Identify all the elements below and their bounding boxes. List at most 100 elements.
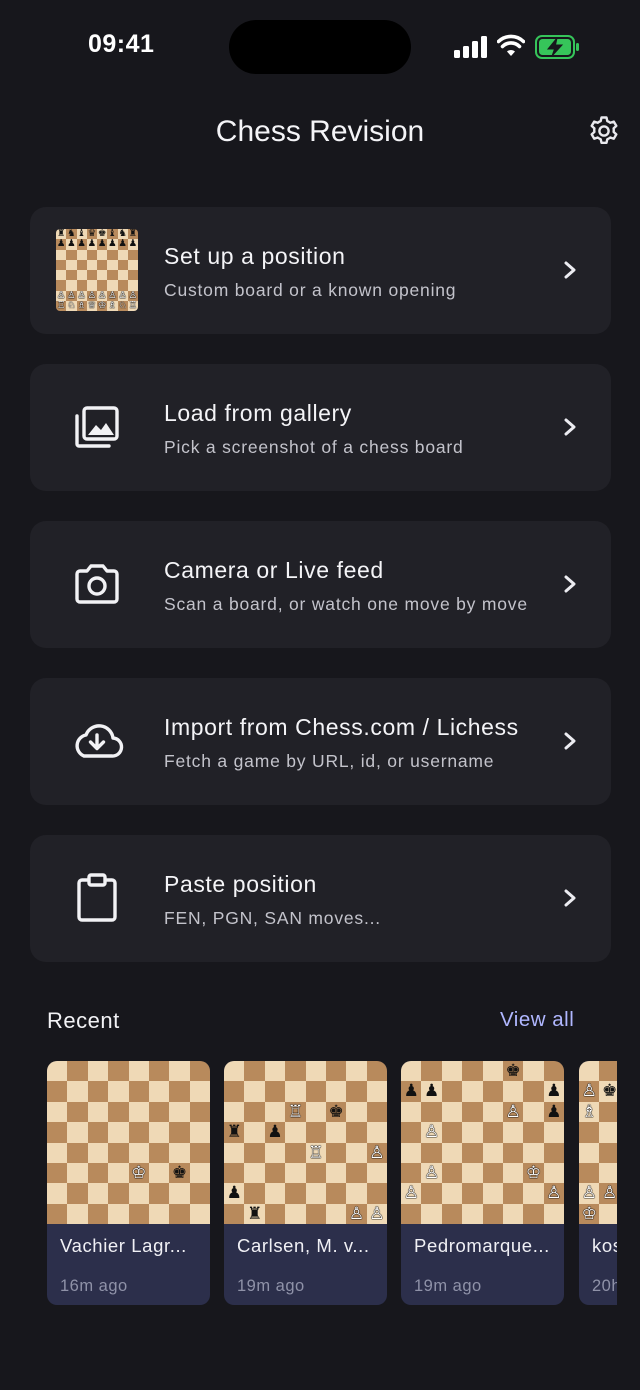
board-square — [325, 1081, 347, 1102]
board-square: ♘ — [66, 300, 77, 311]
board-square — [325, 1061, 347, 1082]
board-square — [523, 1203, 544, 1224]
board-square: ♟ — [117, 239, 128, 250]
recent-game-card[interactable]: ♔ ♚ Vachier Lagr... 16m ago — [47, 1061, 210, 1305]
setup-position-card[interactable]: ♜ ♞ ♝ ♛ ♚ ♝ ♞ ♜ ♟ ♟ ♟ ♟ ♟ ♟ ♟ ♟ ♙ ♙ ♙ ♙ ♙ ♙ ♙ ♙ ♖ ♘ ♗ ♕ ♔ ♗ ♘ ♖ Set up … — [30, 207, 611, 334]
board-square — [148, 1081, 170, 1102]
chess-piece: ♙ — [348, 1203, 365, 1223]
board-square — [285, 1061, 306, 1082]
chess-piece: ♞ — [118, 229, 127, 239]
board-square — [86, 270, 97, 281]
board-square — [169, 1122, 190, 1143]
board-square: ♟ — [401, 1081, 422, 1102]
board-square — [66, 280, 77, 291]
board-square — [107, 270, 118, 281]
board-square: ♗ — [107, 300, 118, 311]
board-square: ♙ — [76, 290, 87, 301]
board-square — [128, 1081, 149, 1102]
board-square — [148, 1142, 170, 1163]
gear-icon[interactable] — [588, 115, 620, 147]
board-square — [523, 1101, 544, 1123]
recent-game-card[interactable]: ♙♚♗♙♙♔ kos 20h ago — [579, 1061, 617, 1305]
board-square: ♚ — [325, 1101, 347, 1123]
chess-piece: ♟ — [77, 239, 86, 250]
board-square — [579, 1122, 600, 1143]
board-square: ♙ — [421, 1122, 442, 1143]
board-square — [482, 1162, 503, 1184]
board-square — [107, 259, 118, 270]
board-square: ♔ — [523, 1162, 544, 1184]
board-square — [421, 1101, 442, 1123]
board-square — [67, 1183, 88, 1204]
recent-game-card[interactable]: ♚ ♟ ♟ ♟ ♙ ♟ ♙ ♙ ♔ ♙ ♙ Pedromarque... 19m ago — [401, 1061, 564, 1305]
board-square — [244, 1081, 265, 1102]
chevron-right-icon — [564, 732, 576, 750]
chess-piece: ♟ — [108, 239, 117, 250]
option-subtitle: Pick a screenshot of a chess board — [164, 437, 464, 457]
camera-live-feed-card[interactable]: Camera or Live feed Scan a board, or wat… — [30, 521, 611, 648]
board-square — [87, 1061, 109, 1082]
chess-piece: ♙ — [369, 1142, 385, 1162]
board-square: ♟ — [543, 1101, 564, 1123]
board-square — [264, 1142, 286, 1163]
board-square — [189, 1101, 210, 1123]
view-all-link[interactable]: View all — [500, 1008, 574, 1032]
recent-games-carousel[interactable]: ♔ ♚ Vachier Lagr... 16m ago ♖ ♚ ♜ ♟ ♖ ♙ ♟ ♜ ♙ ♙ Ca… — [47, 1061, 617, 1305]
board-square — [579, 1142, 600, 1163]
board-square — [543, 1142, 564, 1163]
import-chesscom-lichess-card[interactable]: Import from Chess.com / Lichess Fetch a … — [30, 678, 611, 805]
chess-piece: ♜ — [128, 229, 138, 239]
board-square — [244, 1183, 265, 1204]
chess-piece: ♟ — [67, 239, 76, 250]
board-square — [67, 1061, 88, 1082]
recent-game-card[interactable]: ♖ ♚ ♜ ♟ ♖ ♙ ♟ ♜ ♙ ♙ Carlsen, M. v... 19m ago — [224, 1061, 387, 1305]
load-from-gallery-card[interactable]: Load from gallery Pick a screenshot of a… — [30, 364, 611, 491]
board-square — [108, 1142, 129, 1163]
board-square — [47, 1142, 68, 1163]
board-square — [47, 1122, 68, 1143]
board-square: ♗ — [76, 300, 87, 311]
board-square — [76, 249, 87, 260]
chess-piece: ♖ — [128, 300, 138, 311]
board-square — [169, 1081, 190, 1102]
board-square — [285, 1162, 306, 1184]
board-square — [401, 1203, 422, 1224]
board-square — [127, 270, 138, 281]
board-square — [128, 1142, 149, 1163]
recent-board-preview: ♚ ♟ ♟ ♟ ♙ ♟ ♙ ♙ ♔ ♙ ♙ — [401, 1061, 564, 1224]
board-square: ♙ — [401, 1183, 422, 1204]
board-square — [543, 1061, 564, 1082]
board-square — [169, 1142, 190, 1163]
board-square — [366, 1162, 387, 1184]
board-square — [401, 1142, 422, 1163]
board-square — [108, 1081, 129, 1102]
board-square — [189, 1122, 210, 1143]
paste-position-card[interactable]: Paste position FEN, PGN, SAN moves... — [30, 835, 611, 962]
board-square: ♙ — [346, 1203, 367, 1224]
board-square — [502, 1081, 524, 1102]
board-square — [87, 1183, 109, 1204]
chess-piece: ♔ — [97, 300, 107, 311]
board-square — [441, 1122, 463, 1143]
board-square — [441, 1142, 463, 1163]
board-square — [482, 1122, 503, 1143]
board-square: ♙ — [579, 1081, 600, 1102]
chevron-right-icon — [564, 889, 576, 907]
chess-piece: ♜ — [226, 1122, 242, 1142]
chess-piece: ♗ — [581, 1101, 597, 1121]
board-square — [421, 1061, 442, 1082]
board-square: ♚ — [97, 229, 108, 240]
option-subtitle: Scan a board, or watch one move by move — [164, 594, 528, 614]
chess-piece: ♟ — [226, 1183, 242, 1203]
chess-piece: ♟ — [97, 239, 107, 250]
board-square — [579, 1162, 600, 1184]
option-subtitle: Custom board or a known opening — [164, 280, 457, 300]
board-square — [67, 1142, 88, 1163]
setup-board-preview: ♜ ♞ ♝ ♛ ♚ ♝ ♞ ♜ ♟ ♟ ♟ ♟ ♟ ♟ ♟ ♟ ♙ ♙ ♙ ♙ ♙ ♙ ♙ ♙ ♖ ♘ ♗ ♕ ♔ ♗ ♘ ♖ — [56, 229, 138, 311]
board-square — [401, 1122, 422, 1143]
board-square: ♙ — [97, 290, 108, 301]
board-square — [346, 1142, 367, 1163]
board-square — [87, 1203, 109, 1224]
board-square: ♙ — [366, 1142, 387, 1163]
board-square: ♔ — [128, 1162, 149, 1184]
